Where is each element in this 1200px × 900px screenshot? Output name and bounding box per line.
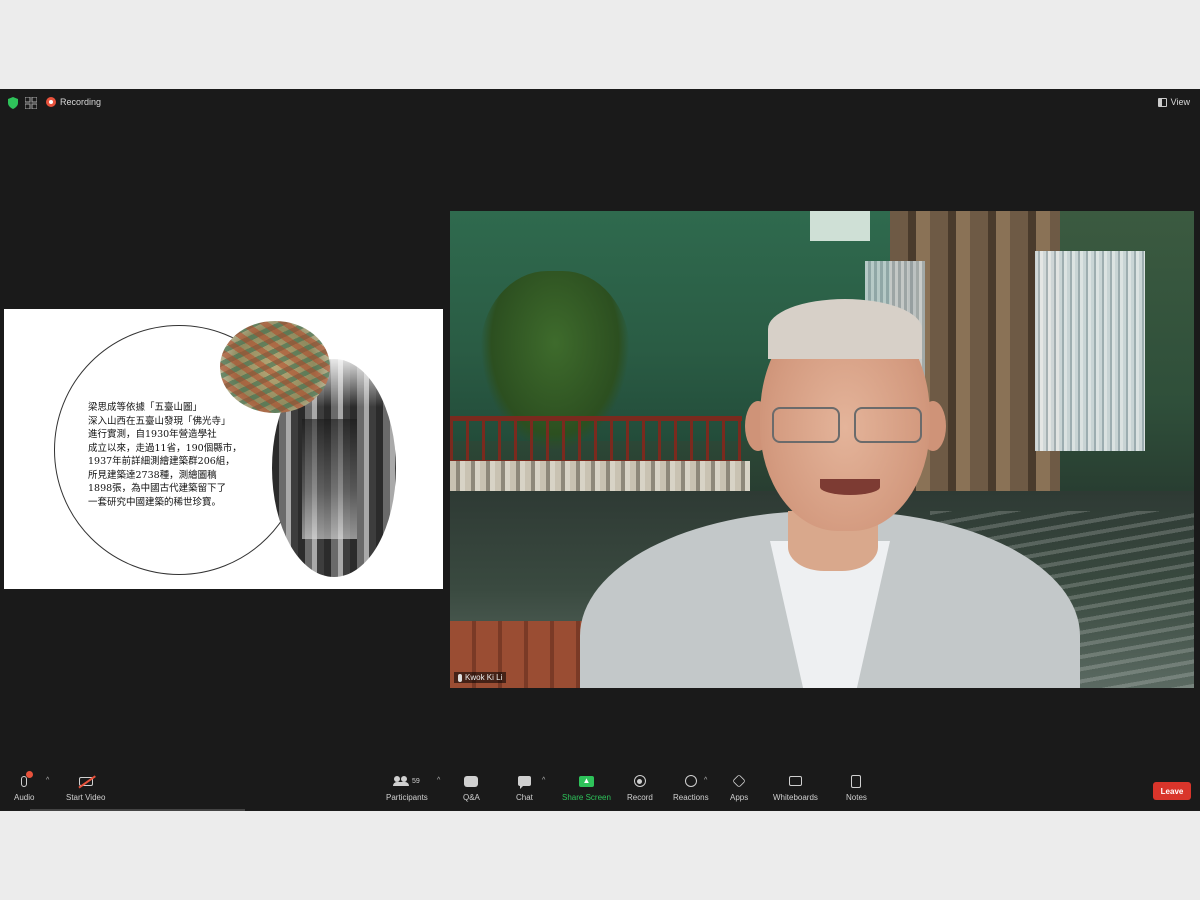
qa-icon xyxy=(463,773,479,789)
recording-label: Recording xyxy=(60,97,102,107)
record-label: Record xyxy=(627,793,653,802)
mic-icon xyxy=(458,673,462,682)
apps-icon-shape xyxy=(732,774,746,788)
start-video-button[interactable]: Start Video xyxy=(66,773,105,802)
leave-button[interactable]: Leave xyxy=(1153,782,1191,800)
slide-text-line: 梁思成等依據「五臺山圖」 xyxy=(88,402,203,413)
smiley-icon xyxy=(684,775,697,787)
participants-button[interactable]: 59 Participants xyxy=(386,773,428,802)
record-icon xyxy=(632,773,648,789)
participant-name-tag: Kwok Ki Li xyxy=(454,672,507,683)
video-bg-window xyxy=(810,211,870,241)
slide-text-line: 1898張，為中國古代建築留下了 xyxy=(88,483,227,494)
slide-text-line: 一套研究中國建築的稀世珍寶。 xyxy=(88,496,222,508)
notes-label: Notes xyxy=(846,793,867,802)
speaker-mouth xyxy=(820,479,880,495)
meeting-window: Recording View 梁思成等依據「五臺山圖」 深入山西在五臺山發現「佛… xyxy=(0,89,1200,811)
recording-icon xyxy=(46,97,56,107)
slide-text-line: 成立以來，走過11省，190個縣市， xyxy=(88,442,242,454)
apps-icon xyxy=(731,773,747,789)
reactions-options-caret-icon[interactable]: ^ xyxy=(704,777,707,784)
mic-alert-badge xyxy=(26,771,34,778)
participant-video-tile[interactable]: Kwok Ki Li xyxy=(450,211,1194,688)
whiteboard-icon-shape xyxy=(788,776,802,786)
camera-icon-body xyxy=(78,776,93,786)
meeting-toolbar: Audio ^ Start Video 59 Participants ^ Q&… xyxy=(0,769,1200,811)
view-label: View xyxy=(1170,97,1190,107)
audio-label: Audio xyxy=(14,793,35,802)
notes-icon xyxy=(848,773,864,789)
reactions-icon xyxy=(683,773,699,789)
participants-icon: 59 xyxy=(387,773,427,789)
view-button[interactable]: View xyxy=(1157,97,1190,107)
share-screen-button[interactable]: ▲ Share Screen xyxy=(562,773,611,802)
slide-text-line: 所見建築達2738種，測繪圖稿 xyxy=(88,469,217,481)
participants-options-caret-icon[interactable]: ^ xyxy=(437,777,440,784)
record-button[interactable]: Record xyxy=(627,773,653,802)
audio-options-caret-icon[interactable]: ^ xyxy=(46,777,49,784)
slide-text-line: 進行實測，自1930年營造學社 xyxy=(88,429,217,440)
share-arrow-icon: ▲ xyxy=(578,775,594,787)
whiteboards-button[interactable]: Whiteboards xyxy=(773,773,818,802)
chat-label: Chat xyxy=(516,793,533,802)
recording-indicator[interactable]: Recording xyxy=(46,97,101,107)
participants-count: 59 xyxy=(411,777,420,785)
whiteboard-icon xyxy=(787,773,803,789)
participant-name: Kwok Ki Li xyxy=(465,673,503,682)
chat-options-caret-icon[interactable]: ^ xyxy=(542,777,545,784)
speaker-glasses xyxy=(772,407,922,443)
top-status-bar: Recording View xyxy=(0,89,1200,117)
toolbar-divider xyxy=(30,809,245,811)
reactions-label: Reactions xyxy=(673,793,709,802)
whiteboards-label: Whiteboards xyxy=(773,793,818,802)
qa-button[interactable]: Q&A xyxy=(463,773,480,802)
speaker-hair xyxy=(768,299,922,359)
slide-text-line: 1937年前詳細測繪建築群206組， xyxy=(88,456,235,467)
notes-icon-shape xyxy=(851,774,862,788)
people-icon xyxy=(392,776,409,786)
apps-button[interactable]: Apps xyxy=(730,773,748,802)
chat-icon-shape xyxy=(517,776,531,789)
slide-map-image xyxy=(220,321,330,413)
share-screen-label: Share Screen xyxy=(562,793,611,802)
qa-label: Q&A xyxy=(463,793,480,802)
slide-text-line: 深入山西在五臺山發現「佛光寺」 xyxy=(88,415,231,427)
apps-label: Apps xyxy=(730,793,749,802)
record-icon-shape xyxy=(633,775,646,787)
start-video-label: Start Video xyxy=(66,793,106,802)
slide-text-block: 梁思成等依據「五臺山圖」 深入山西在五臺山發現「佛光寺」 進行實測，自1930年… xyxy=(88,401,258,509)
video-bg-waterfall xyxy=(1035,251,1145,451)
qa-icon-shape xyxy=(464,775,479,787)
chat-icon xyxy=(516,773,532,789)
microphone-icon xyxy=(16,771,34,789)
audio-button[interactable]: Audio xyxy=(14,771,35,802)
notes-button[interactable]: Notes xyxy=(846,773,867,802)
shared-slide: 梁思成等依據「五臺山圖」 深入山西在五臺山發現「佛光寺」 進行實測，自1930年… xyxy=(4,309,443,589)
share-screen-icon: ▲ xyxy=(578,773,594,789)
shield-icon[interactable] xyxy=(8,97,18,109)
chat-button[interactable]: Chat xyxy=(516,773,533,802)
view-icon xyxy=(1157,97,1167,107)
grid-icon[interactable] xyxy=(25,97,37,109)
participants-label: Participants xyxy=(386,793,428,802)
camera-off-icon xyxy=(78,773,94,789)
